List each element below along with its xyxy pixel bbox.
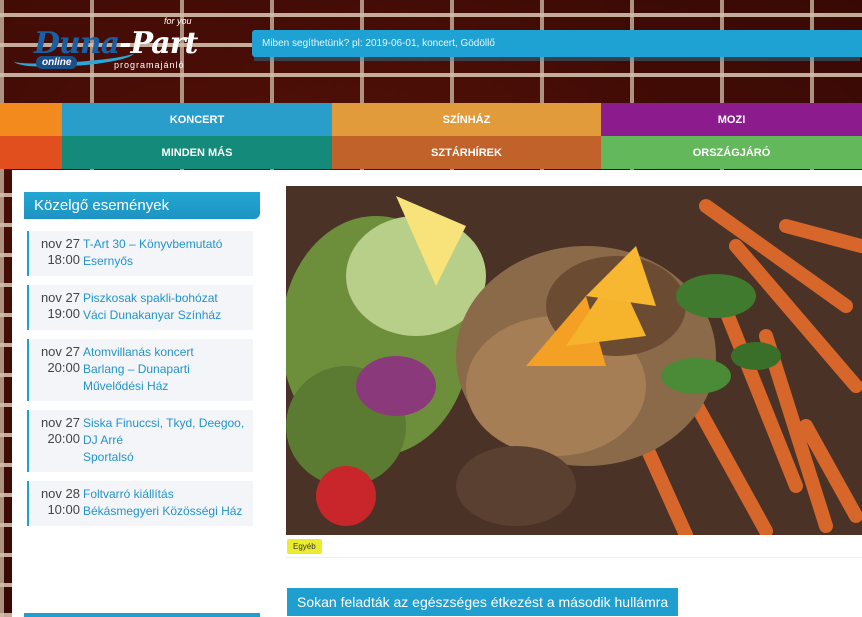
- event-day: nov 27: [40, 415, 80, 430]
- list-item: nov 27 20:00 Siska Finuccsi, Tkyd, Deego…: [27, 410, 253, 472]
- nav-koncert[interactable]: KONCERT: [62, 103, 332, 136]
- event-day: nov 27: [40, 236, 80, 251]
- event-info: Siska Finuccsi, Tkyd, Deegoo, DJ Arré Sp…: [83, 415, 253, 466]
- nav-sztarhirek[interactable]: SZTÁRHÍREK: [332, 136, 601, 169]
- nav-cap-red: [0, 136, 62, 169]
- logo-top-text: for you: [164, 16, 192, 26]
- food-photo-illustration: [286, 186, 862, 535]
- events-list: nov 27 18:00 T-Art 30 – Könyvbemutató Es…: [27, 231, 253, 535]
- article-divider: [286, 557, 862, 558]
- event-title-link[interactable]: T-Art 30 – Könyvbemutató: [83, 236, 253, 253]
- list-item: nov 28 10:00 Foltvarró kiállítás Békásme…: [27, 481, 253, 526]
- list-item: nov 27 20:00 Atomvillanás koncert Barlan…: [27, 339, 253, 401]
- nav-minden-mas[interactable]: MINDEN MÁS: [62, 136, 332, 169]
- event-time: 18:00: [47, 252, 80, 267]
- event-time: 19:00: [47, 306, 80, 321]
- nav-szinhaz[interactable]: SZÍNHÁZ: [332, 103, 601, 136]
- event-title-link[interactable]: Piszkosak spakli-bohózat: [83, 290, 253, 307]
- event-day: nov 27: [40, 290, 80, 305]
- nav-row-secondary: MINDEN MÁS SZTÁRHÍREK ORSZÁGJÁRÓ: [0, 136, 862, 169]
- event-title-link[interactable]: Atomvillanás koncert: [83, 344, 253, 361]
- event-info: Atomvillanás koncert Barlang – Dunaparti…: [83, 344, 253, 395]
- event-time: 20:00: [47, 360, 80, 375]
- event-venue-link[interactable]: Békásmegyeri Közösségi Ház: [83, 503, 253, 520]
- logo-online-badge: online: [36, 56, 78, 69]
- nav-row-primary: KONCERT SZÍNHÁZ MOZI: [0, 103, 862, 136]
- list-item: nov 27 19:00 Piszkosak spakli-bohózat Vá…: [27, 285, 253, 330]
- article-image[interactable]: [286, 186, 862, 535]
- site-logo[interactable]: for you Duna-Part online programajánló: [13, 16, 234, 74]
- event-date: nov 27 20:00: [34, 344, 80, 376]
- event-venue-link[interactable]: Esernyős: [83, 253, 253, 270]
- event-time: 10:00: [47, 502, 80, 517]
- event-info: Piszkosak spakli-bohózat Váci Dunakanyar…: [83, 290, 253, 324]
- list-item: nov 27 18:00 T-Art 30 – Könyvbemutató Es…: [27, 231, 253, 276]
- logo-tagline: programajánló: [114, 60, 185, 70]
- event-date: nov 27 18:00: [34, 236, 80, 268]
- search-bar: [252, 30, 862, 57]
- event-venue-link[interactable]: Váci Dunakanyar Színház: [83, 307, 253, 324]
- sidebar-divider: [24, 613, 260, 617]
- event-date: nov 27 19:00: [34, 290, 80, 322]
- event-info: T-Art 30 – Könyvbemutató Esernyős: [83, 236, 253, 270]
- content-panel: Közelgő események nov 27 18:00 T-Art 30 …: [12, 170, 862, 617]
- event-day: nov 27: [40, 344, 80, 359]
- nav-orszagjaro[interactable]: ORSZÁGJÁRÓ: [601, 136, 862, 169]
- event-info: Foltvarró kiállítás Békásmegyeri Közössé…: [83, 486, 253, 520]
- event-venue-link[interactable]: Sportalsó: [83, 449, 253, 466]
- event-date: nov 28 10:00: [34, 486, 80, 518]
- event-date: nov 27 20:00: [34, 415, 80, 447]
- search-input[interactable]: [252, 30, 862, 57]
- site-header: for you Duna-Part online programajánló: [0, 0, 862, 103]
- event-day: nov 28: [40, 486, 80, 501]
- event-time: 20:00: [47, 431, 80, 446]
- event-title-link[interactable]: Foltvarró kiállítás: [83, 486, 253, 503]
- event-title-link[interactable]: Siska Finuccsi, Tkyd, Deegoo, DJ Arré: [83, 415, 253, 449]
- article-title[interactable]: Sokan feladták az egészséges étkezést a …: [287, 588, 679, 616]
- category-tag[interactable]: Egyéb: [287, 539, 322, 554]
- event-venue-link[interactable]: Barlang – Dunaparti Művelődési Ház: [83, 361, 253, 395]
- sidebar-title: Közelgő események: [24, 192, 260, 219]
- nav-cap-orange: [0, 103, 62, 136]
- nav-mozi[interactable]: MOZI: [601, 103, 862, 136]
